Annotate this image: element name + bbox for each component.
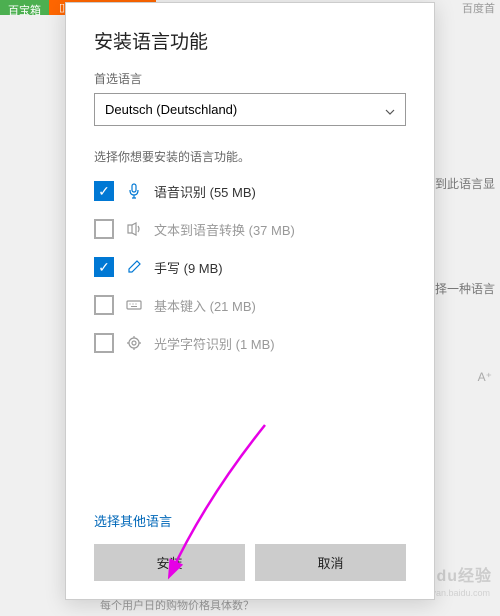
bg-right-text-1: 到此语言显 [435,175,495,192]
check-icon: ✓ [98,259,110,276]
bg-search-text: 百度首 [462,0,495,16]
select-features-label: 选择你想要安装的语言功能。 [94,148,406,165]
keyboard-icon [126,297,142,313]
feature-checkbox [94,295,114,315]
pen-icon [126,259,142,275]
feature-label: 语音识别 (55 MB) [154,182,256,201]
dialog-title: 安装语言功能 [94,27,406,54]
tts-icon [126,221,142,237]
feature-checkbox [94,333,114,353]
feature-row-keyboard: 基本键入 (21 MB) [94,295,406,315]
bg-tab-green: 百宝箱 [0,0,49,15]
bg-right-text-2: 择一种语言 [435,280,495,297]
dropdown-value: Deutsch (Deutschland) [105,102,237,117]
mic-icon [126,183,142,199]
feature-row-mic[interactable]: ✓ 语音识别 (55 MB) [94,181,406,201]
check-icon: ✓ [98,183,110,200]
feature-checkbox[interactable]: ✓ [94,257,114,277]
language-dropdown[interactable]: Deutsch (Deutschland) [94,93,406,126]
feature-label: 基本键入 (21 MB) [154,296,256,315]
cancel-button[interactable]: 取消 [255,544,406,581]
select-other-language-link[interactable]: 选择其他语言 [94,511,406,530]
feature-checkbox[interactable]: ✓ [94,181,114,201]
feature-label: 手写 (9 MB) [154,258,223,277]
feature-label: 文本到语音转换 (37 MB) [154,220,295,239]
feature-label: 光学字符识别 (1 MB) [154,334,275,353]
feature-row-pen[interactable]: ✓ 手写 (9 MB) [94,257,406,277]
feature-row-tts: 文本到语音转换 (37 MB) [94,219,406,239]
bg-translate-icon: A⁺ [478,370,492,384]
install-button[interactable]: 安装 [94,544,245,581]
feature-checkbox [94,219,114,239]
preferred-language-label: 首选语言 [94,70,406,87]
ocr-icon [126,335,142,351]
feature-row-ocr: 光学字符识别 (1 MB) [94,333,406,353]
install-language-dialog: 安装语言功能 首选语言 Deutsch (Deutschland) 选择你想要安… [65,2,435,600]
chevron-down-icon [385,105,395,115]
